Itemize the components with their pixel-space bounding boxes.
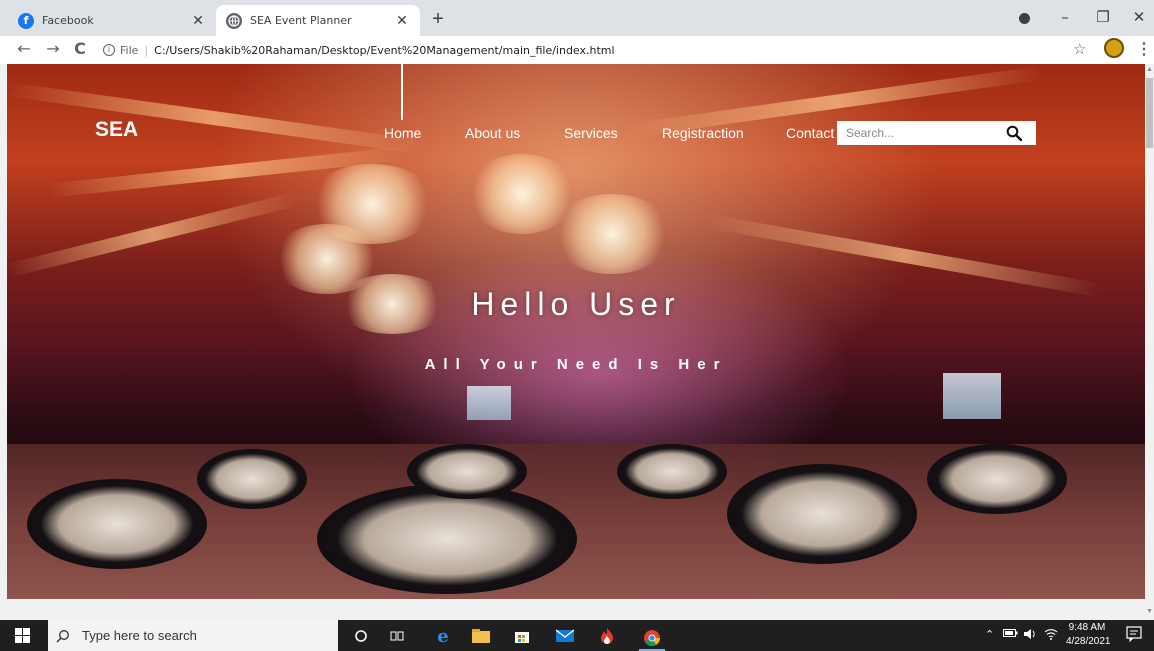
chandelier [552,194,672,274]
hero-title: Hello User [471,286,681,322]
browser-toolbar: ← → C i File | C:/Users/Shakib%20Rahaman… [0,36,1154,64]
edge-browser-icon[interactable]: e [433,626,453,647]
notifications-icon[interactable] [1126,626,1142,645]
profile-record-icon[interactable] [1019,13,1030,24]
page-viewport: SEA Home About us Services Registraction… [0,64,1154,620]
info-icon[interactable]: i [103,44,115,56]
ceiling-drape [7,191,300,278]
reload-button[interactable]: C [70,39,90,58]
search-input[interactable] [837,121,992,145]
clock-date: 4/28/2021 [1066,636,1111,647]
scroll-down-arrow-icon[interactable]: ▼ [1146,608,1153,615]
nav-registraction[interactable]: Registraction [662,125,744,141]
address-bar[interactable]: i File | C:/Users/Shakib%20Rahaman/Deskt… [103,38,1063,62]
scrollbar-thumb[interactable] [1146,78,1153,148]
banquet-table [927,444,1067,514]
site-logo[interactable]: SEA [95,118,138,142]
tab-title: SEA Event Planner [250,14,352,27]
globe-icon [226,12,242,29]
windows-start-icon[interactable] [15,628,30,643]
divider: | [144,43,149,57]
hero-subtitle: All Your Need Is Her [424,356,728,373]
volume-icon[interactable] [1023,628,1037,643]
projector-screen [467,386,511,420]
header-divider-line [401,64,403,120]
tab-facebook[interactable]: f Facebook ✕ [8,5,216,36]
app-flame-icon[interactable] [597,626,617,646]
mail-icon[interactable] [555,626,575,646]
banquet-table [617,444,727,499]
nav-home[interactable]: Home [384,125,421,141]
nav-services[interactable]: Services [564,125,618,141]
taskbar-search-box[interactable]: Type here to search [48,620,338,651]
banquet-table [407,444,527,499]
facebook-icon: f [18,12,34,29]
new-tab-button[interactable]: + [428,9,448,29]
ceiling-drape [7,82,424,155]
scheme-label: File [120,43,139,57]
url-text[interactable]: C:/Users/Shakib%20Rahaman/Desktop/Event%… [154,44,614,57]
show-hidden-icons-icon[interactable]: ⌃ [985,628,994,641]
store-icon[interactable] [512,626,532,646]
tab-title: Facebook [42,14,94,27]
system-clock[interactable]: 9:48 AM 4/28/2021 [1066,621,1111,649]
windows-taskbar: Type here to search e ⌃ 9:48 AM 4/28/202… [0,620,1154,651]
wifi-icon[interactable] [1044,628,1058,643]
taskbar-search-placeholder: Type here to search [82,628,197,643]
banquet-table [197,449,307,509]
task-view-icon[interactable] [387,626,407,646]
back-button[interactable]: ← [14,39,34,58]
search-icon [56,629,69,642]
extension-icon[interactable] [1104,38,1124,58]
close-window-button[interactable]: ✕ [1129,8,1149,26]
banquet-table [317,484,577,594]
banquet-table [727,464,917,564]
scroll-up-arrow-icon[interactable]: ▲ [1146,66,1153,73]
search-icon [1006,125,1022,141]
tab-sea-event-planner[interactable]: SEA Event Planner ✕ [216,5,420,36]
file-explorer-icon[interactable] [471,626,491,646]
browser-tab-strip: f Facebook ✕ SEA Event Planner ✕ + – ❐ ✕ [0,0,1154,36]
hero-banner-image: SEA Home About us Services Registraction… [7,64,1145,599]
close-tab-icon[interactable]: ✕ [394,13,410,29]
nav-contact[interactable]: Contact [786,125,834,141]
bookmark-star-icon[interactable]: ☆ [1073,40,1086,58]
ceiling-drape [705,214,1103,298]
search-button[interactable] [992,121,1036,145]
nav-about-us[interactable]: About us [465,125,520,141]
page-scrollbar[interactable]: ▲ ▼ [1145,64,1154,620]
site-search [837,121,1036,145]
cortana-icon[interactable] [351,626,371,646]
battery-icon[interactable] [1003,628,1018,641]
maximize-button[interactable]: ❐ [1093,8,1113,26]
projector-screen [943,373,1001,419]
banquet-table [27,479,207,569]
chrome-icon[interactable] [639,626,665,651]
clock-time: 9:48 AM [1068,622,1106,633]
close-tab-icon[interactable]: ✕ [190,13,206,29]
browser-menu-icon[interactable]: ⋮ [1136,39,1152,59]
minimize-button[interactable]: – [1055,8,1075,26]
forward-button[interactable]: → [43,39,63,58]
